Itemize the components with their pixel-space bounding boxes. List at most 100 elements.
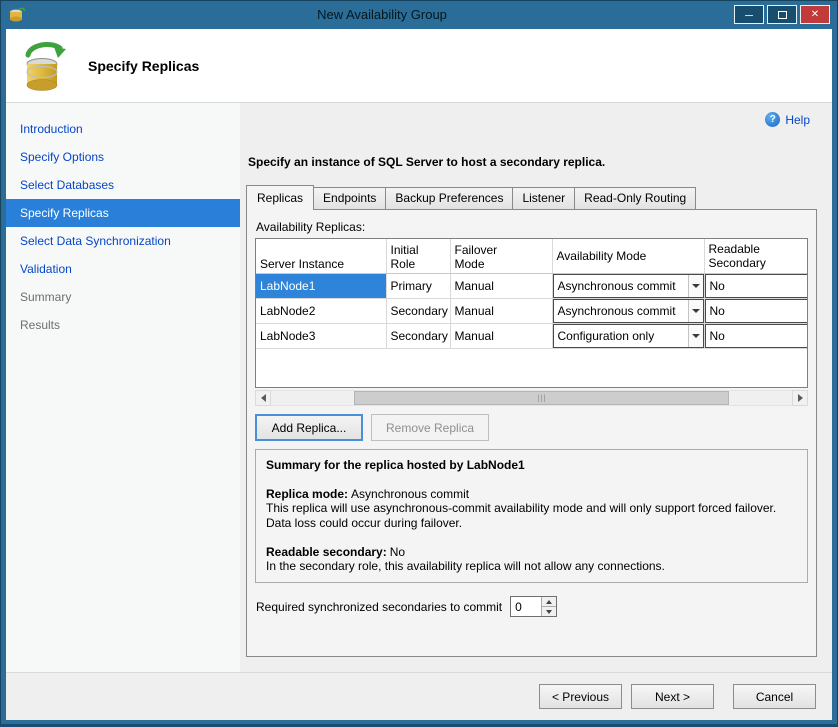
horizontal-scrollbar[interactable]: [255, 390, 808, 406]
sidebar-item-specify-replicas[interactable]: Specify Replicas: [6, 199, 240, 227]
readable-secondary-value: No: [390, 545, 405, 559]
quorum-label: Required synchronized secondaries to com…: [256, 600, 502, 614]
quorum-row: Required synchronized secondaries to com…: [256, 596, 808, 617]
replica-mode-value: Asynchronous commit: [351, 487, 469, 501]
readable-secondary-dropdown[interactable]: No: [705, 299, 809, 323]
sidebar-item-results: Results: [6, 311, 240, 339]
cancel-button[interactable]: Cancel: [733, 684, 816, 709]
grid-header-row: Server Instance Initial Role Failover Mo…: [256, 239, 808, 273]
table-row: LabNode3 Secondary Manual Configuration …: [256, 323, 808, 348]
replica-mode-description: This replica will use asynchronous-commi…: [266, 501, 797, 530]
cell-availability-mode: Asynchronous commit: [552, 298, 704, 323]
maximize-icon: [778, 11, 787, 19]
replicas-tab-panel: Availability Replicas: Server Instance I…: [246, 209, 817, 657]
chevron-down-icon[interactable]: [808, 300, 809, 322]
column-header-readable-secondary: Readable Secondary: [704, 239, 808, 273]
spinner-down-button[interactable]: [542, 607, 556, 616]
help-icon: ?: [765, 112, 780, 127]
scroll-left-button[interactable]: [255, 390, 271, 406]
window-title: New Availability Group: [30, 7, 734, 22]
quorum-input[interactable]: [511, 597, 541, 616]
chevron-down-icon[interactable]: [808, 325, 809, 347]
availability-replicas-label: Availability Replicas:: [256, 220, 808, 234]
tab-listener[interactable]: Listener: [512, 187, 575, 209]
readable-secondary-dropdown[interactable]: No: [705, 324, 809, 348]
spinner-up-button[interactable]: [542, 597, 556, 607]
replicas-database-icon: [20, 39, 68, 93]
close-button[interactable]: ✕: [800, 5, 830, 24]
cell-readable-secondary: No: [704, 323, 808, 348]
replica-mode-line: Replica mode:Asynchronous commit: [266, 487, 797, 502]
scrollbar-track[interactable]: [271, 390, 792, 406]
cell-readable-secondary: No: [704, 273, 808, 298]
chevron-down-icon[interactable]: [688, 325, 703, 347]
tab-replicas[interactable]: Replicas: [246, 185, 314, 210]
quorum-spinner: [510, 596, 557, 617]
chevron-down-icon[interactable]: [688, 300, 703, 322]
replicas-grid: Server Instance Initial Role Failover Mo…: [255, 238, 808, 388]
cell-initial-role[interactable]: Secondary: [386, 323, 450, 348]
cell-failover-mode[interactable]: Manual: [450, 323, 552, 348]
scroll-right-button[interactable]: [792, 390, 808, 406]
arrow-up-icon: [546, 600, 552, 604]
sidebar-item-specify-options[interactable]: Specify Options: [6, 143, 240, 171]
page-title: Specify Replicas: [88, 58, 199, 74]
next-button[interactable]: Next >: [631, 684, 714, 709]
cell-readable-secondary: No: [704, 298, 808, 323]
readable-secondary-dropdown[interactable]: No: [705, 274, 809, 298]
close-icon: ✕: [811, 10, 819, 20]
cell-server-instance[interactable]: LabNode2: [256, 298, 386, 323]
cell-server-instance[interactable]: LabNode1: [256, 273, 386, 298]
cell-failover-mode[interactable]: Manual: [450, 273, 552, 298]
sidebar-item-summary: Summary: [6, 283, 240, 311]
column-header-failover-mode: Failover Mode: [450, 239, 552, 273]
wizard-steps-sidebar: Introduction Specify Options Select Data…: [6, 103, 240, 672]
minimize-button[interactable]: ─: [734, 5, 764, 24]
window-content: Specify Replicas Introduction Specify Op…: [6, 29, 832, 720]
wizard-header: Specify Replicas: [6, 29, 832, 103]
arrow-right-icon: [798, 394, 803, 402]
availability-mode-dropdown[interactable]: Asynchronous commit: [553, 274, 704, 298]
scrollbar-thumb[interactable]: [354, 391, 729, 405]
sidebar-item-select-databases[interactable]: Select Databases: [6, 171, 240, 199]
cell-server-instance[interactable]: LabNode3: [256, 323, 386, 348]
window-icon: [8, 7, 26, 23]
replica-mode-label: Replica mode:: [266, 487, 348, 501]
main-content: ? Help Specify an instance of SQL Server…: [240, 103, 832, 672]
availability-mode-dropdown[interactable]: Asynchronous commit: [553, 299, 704, 323]
spinner-buttons: [541, 597, 556, 616]
maximize-button[interactable]: [767, 5, 797, 24]
sidebar-item-introduction[interactable]: Introduction: [6, 115, 240, 143]
replica-buttons-row: Add Replica... Remove Replica: [255, 414, 808, 441]
tab-strip: Replicas Endpoints Backup Preferences Li…: [246, 185, 817, 209]
column-header-server-instance: Server Instance: [256, 239, 386, 273]
availability-mode-dropdown[interactable]: Configuration only: [553, 324, 704, 348]
help-link[interactable]: ? Help: [765, 112, 810, 127]
readable-secondary-description: In the secondary role, this availability…: [266, 559, 797, 574]
previous-button[interactable]: < Previous: [539, 684, 622, 709]
replica-summary-box: Summary for the replica hosted by LabNod…: [255, 449, 808, 583]
column-header-initial-role: Initial Role: [386, 239, 450, 273]
titlebar: New Availability Group ─ ✕: [0, 0, 838, 29]
add-replica-button[interactable]: Add Replica...: [255, 414, 363, 441]
cell-failover-mode[interactable]: Manual: [450, 298, 552, 323]
wizard-footer: < Previous Next > Cancel: [6, 672, 832, 720]
sidebar-item-select-data-synchronization[interactable]: Select Data Synchronization: [6, 227, 240, 255]
cell-initial-role[interactable]: Primary: [386, 273, 450, 298]
minimize-icon: ─: [745, 11, 753, 22]
chevron-down-icon[interactable]: [688, 275, 703, 297]
table-row: LabNode2 Secondary Manual Asynchronous c…: [256, 298, 808, 323]
help-label: Help: [785, 113, 810, 127]
instruction-text: Specify an instance of SQL Server to hos…: [248, 155, 817, 169]
cell-initial-role[interactable]: Secondary: [386, 298, 450, 323]
tab-endpoints[interactable]: Endpoints: [313, 187, 386, 209]
table-row: LabNode1 Primary Manual Asynchronous com…: [256, 273, 808, 298]
arrow-down-icon: [546, 610, 552, 614]
column-header-availability-mode: Availability Mode: [552, 239, 704, 273]
tab-backup-preferences[interactable]: Backup Preferences: [385, 187, 513, 209]
tab-read-only-routing[interactable]: Read-Only Routing: [574, 187, 696, 209]
chevron-down-icon[interactable]: [808, 275, 809, 297]
cell-availability-mode: Asynchronous commit: [552, 273, 704, 298]
sidebar-item-validation[interactable]: Validation: [6, 255, 240, 283]
wizard-body: Introduction Specify Options Select Data…: [6, 103, 832, 672]
